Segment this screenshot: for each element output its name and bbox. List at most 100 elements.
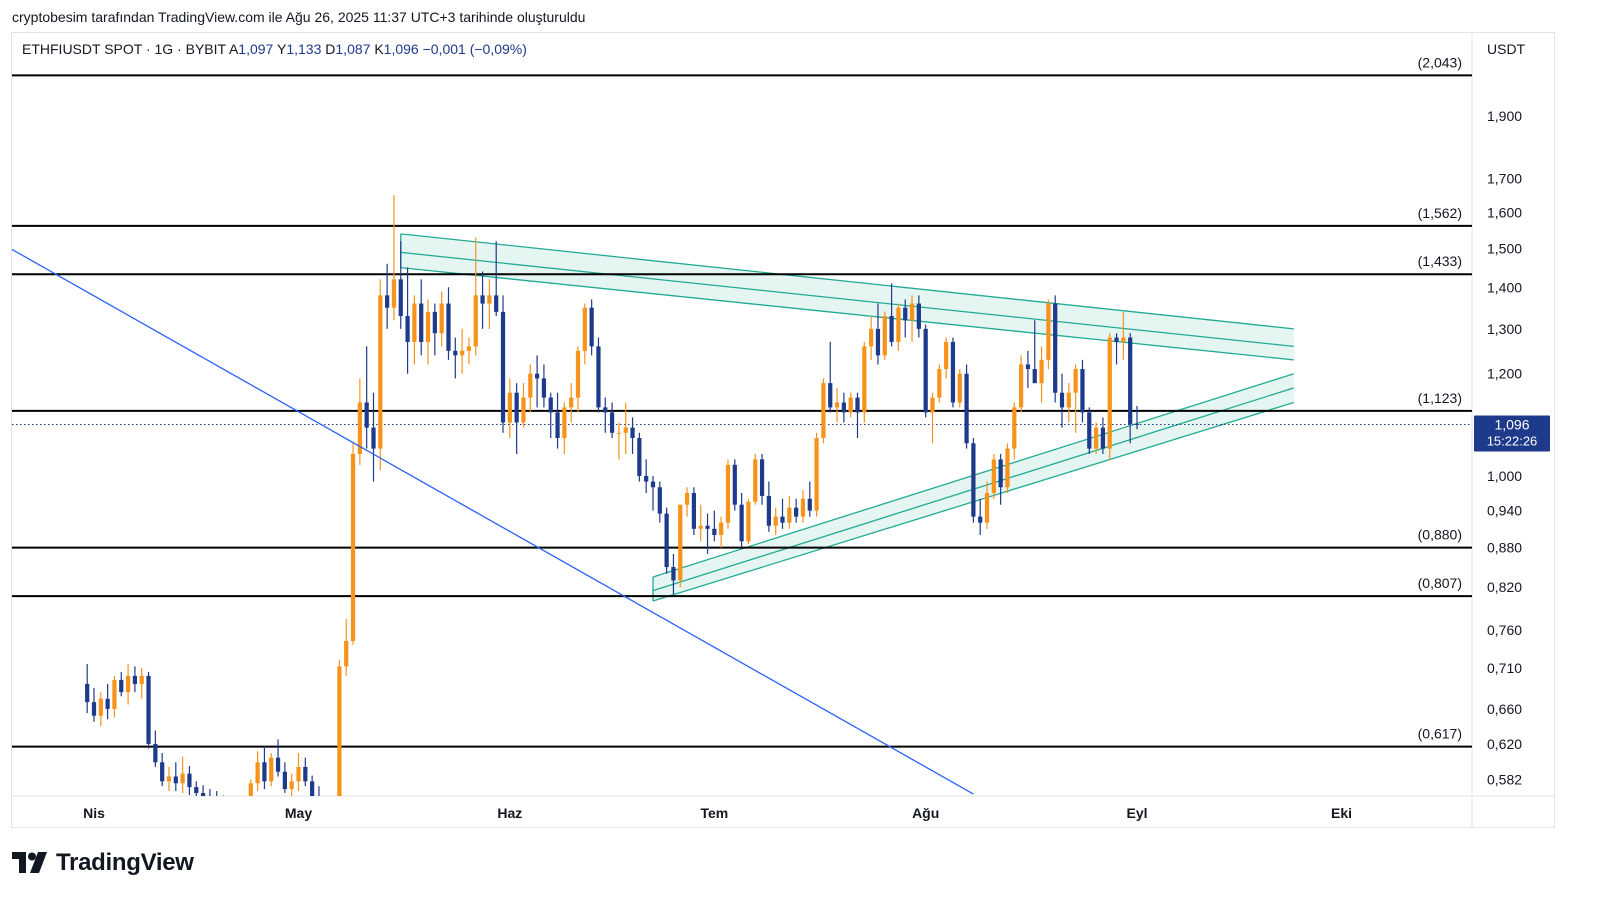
- candle-down: [780, 516, 785, 523]
- candle-up: [296, 766, 301, 782]
- candle-up: [269, 757, 274, 782]
- level-label: (2,043): [1418, 54, 1462, 70]
- candle-up: [289, 781, 294, 790]
- candle-down: [385, 295, 390, 308]
- candle-down: [671, 567, 676, 581]
- candle-down: [603, 407, 608, 413]
- candle-up: [528, 373, 533, 398]
- candle-down: [889, 316, 894, 342]
- candle-down: [664, 513, 669, 568]
- y-tick-label: 1,300: [1487, 321, 1522, 337]
- price-chart[interactable]: (2,043) (1,562) (1,433) (1,123) (0,880) (0,80…: [0, 0, 1600, 916]
- descending-trendline: [12, 248, 974, 795]
- candle-up: [412, 303, 417, 342]
- candle-up: [439, 303, 444, 334]
- candle-down: [555, 412, 560, 439]
- candle-up: [896, 307, 901, 342]
- candle-up: [582, 307, 587, 351]
- candle-down: [1059, 392, 1065, 408]
- candle-down: [432, 311, 437, 334]
- y-tick-label: 0,760: [1487, 622, 1522, 638]
- candle-down: [923, 328, 928, 413]
- candle-up: [344, 640, 349, 667]
- candle-down: [1114, 337, 1119, 342]
- candle-down: [971, 443, 976, 517]
- candle-down: [200, 793, 206, 796]
- x-tick-label: May: [285, 805, 312, 821]
- candle-down: [964, 373, 969, 444]
- candle-down: [405, 316, 410, 342]
- high-label: Y: [276, 41, 287, 57]
- y-tick-label: 1,900: [1487, 108, 1522, 124]
- y-tick-label: 0,710: [1487, 660, 1522, 676]
- candle-down: [950, 341, 956, 403]
- candle-down: [215, 799, 219, 803]
- candle-down: [480, 295, 485, 304]
- candle-up: [746, 501, 751, 542]
- level-label: (0,617): [1418, 726, 1462, 742]
- candle-up: [821, 383, 826, 439]
- level-label: (1,433): [1418, 253, 1462, 269]
- candle-down: [1087, 412, 1092, 449]
- candle-down: [998, 459, 1003, 488]
- candle-down: [85, 683, 90, 703]
- candle-up: [221, 801, 225, 803]
- candle-down: [596, 346, 601, 408]
- x-tick-label: Ağu: [912, 805, 939, 821]
- candle-up: [814, 438, 819, 511]
- candle-up: [957, 373, 962, 403]
- candle-down: [282, 771, 287, 790]
- y-tick-label: 1,200: [1487, 366, 1522, 382]
- candle-up: [391, 279, 397, 308]
- candle-up: [139, 675, 144, 684]
- candle-down: [548, 397, 553, 413]
- y-tick-label: 0,880: [1487, 540, 1522, 556]
- candle-up: [125, 675, 131, 693]
- candle-countdown: 15:22:26: [1487, 434, 1538, 449]
- y-tick-label: 1,400: [1487, 279, 1522, 295]
- last-price-value: 1,096: [1494, 417, 1529, 433]
- level-label: (1,123): [1418, 390, 1462, 406]
- candle-down: [637, 438, 642, 476]
- candle-up: [930, 397, 935, 413]
- candle-down: [453, 350, 458, 356]
- symbol-name[interactable]: ETHFIUSDT SPOT · 1G · BYBIT: [22, 41, 226, 57]
- tradingview-logo[interactable]: TradingView: [12, 849, 194, 877]
- candle-up: [562, 407, 567, 439]
- candle-up: [787, 507, 792, 523]
- candle-up: [909, 303, 915, 321]
- candle-down: [794, 507, 799, 517]
- candle-up: [616, 432, 622, 434]
- candle-down: [691, 493, 697, 529]
- currency-label[interactable]: USDT: [1487, 41, 1525, 57]
- candle-up: [800, 498, 806, 517]
- candle-down: [903, 307, 908, 321]
- candle-down: [146, 675, 151, 744]
- y-tick-label: 0,820: [1487, 579, 1522, 595]
- candle-down: [828, 383, 833, 408]
- candle-up: [623, 427, 628, 433]
- candle-down: [119, 679, 124, 693]
- y-tick-label: 1,500: [1487, 241, 1522, 257]
- level-label: (0,807): [1418, 575, 1462, 591]
- candle-up: [575, 350, 581, 398]
- candle-down: [657, 487, 662, 514]
- candle-down: [1032, 369, 1037, 384]
- candle-down: [446, 303, 451, 351]
- candle-up: [337, 666, 342, 796]
- candle-down: [1100, 427, 1106, 449]
- candle-up: [1018, 364, 1024, 408]
- symbol-legend: ETHFIUSDT SPOT · 1G · BYBIT A1,097 Y1,13…: [22, 41, 527, 57]
- candle-down: [91, 702, 97, 716]
- candle-up: [1012, 407, 1017, 449]
- candle-down: [1128, 337, 1133, 425]
- candle-down: [712, 528, 717, 535]
- level-label: (1,562): [1418, 205, 1462, 221]
- candle-up: [507, 392, 512, 423]
- candle-down: [541, 378, 547, 398]
- candle-up: [112, 679, 117, 709]
- candle-down: [732, 464, 737, 505]
- candle-up: [569, 397, 574, 408]
- candle-up: [242, 805, 246, 809]
- candle-up: [937, 369, 942, 398]
